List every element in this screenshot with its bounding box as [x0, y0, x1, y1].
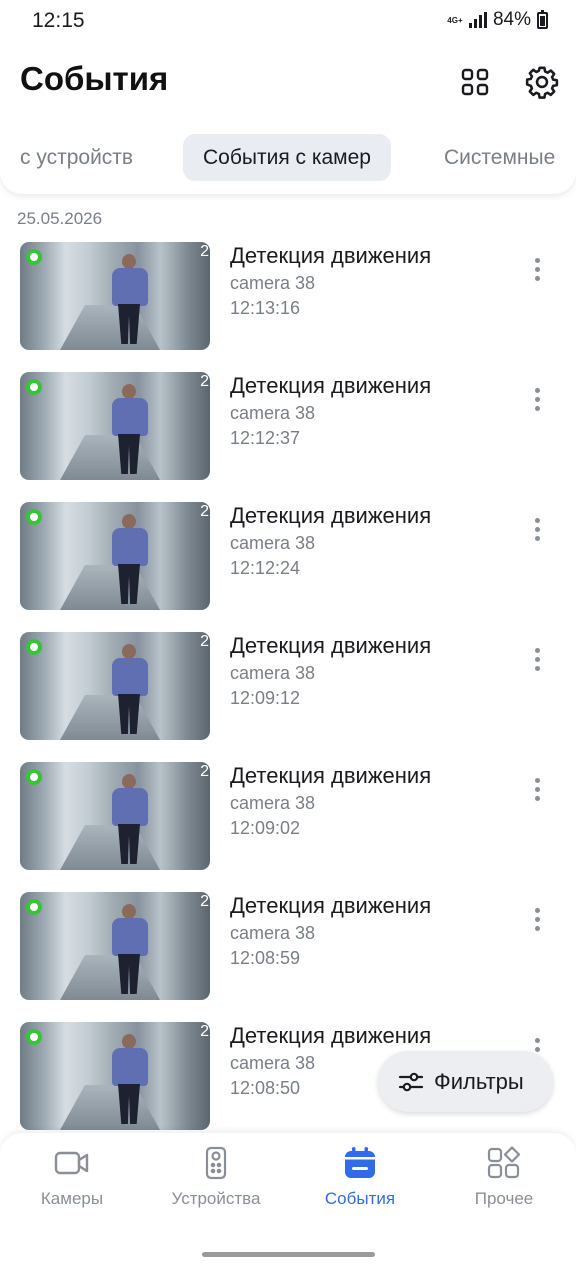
more-options-icon[interactable] — [522, 904, 552, 934]
nav-more[interactable]: Прочее — [439, 1145, 569, 1209]
remote-icon — [198, 1145, 234, 1181]
network-type: 4G+ — [447, 15, 463, 25]
event-title: Детекция движения — [230, 373, 432, 398]
settings-button[interactable] — [522, 62, 562, 102]
event-thumbnail[interactable]: 2 — [20, 1022, 210, 1130]
page-title: События — [20, 60, 169, 97]
list-item[interactable]: 2 Детекция движения camera 38 12:08:59 — [0, 892, 576, 1022]
more-options-icon[interactable] — [522, 514, 552, 544]
date-header: 25.05.2026 — [17, 209, 103, 228]
thumbnail-number: 2 — [200, 243, 209, 260]
sliders-icon — [398, 1072, 424, 1091]
event-title: Детекция движения — [230, 1023, 432, 1048]
grid-view-button[interactable] — [455, 62, 495, 102]
event-title: Детекция движения — [230, 633, 432, 658]
recording-indicator-icon — [26, 899, 42, 915]
event-list: 2 Детекция движения camera 38 12:13:16 2… — [0, 242, 576, 1152]
battery-level: 84% — [492, 9, 531, 30]
nav-devices[interactable]: Устройства — [151, 1145, 281, 1209]
bottom-navigation: Камеры Устройства События Прочее — [0, 1133, 576, 1266]
filters-label: Фильтры — [434, 1068, 524, 1094]
thumbnail-number: 2 — [200, 763, 209, 780]
event-thumbnail[interactable]: 2 — [20, 372, 210, 480]
event-thumbnail[interactable]: 2 — [20, 762, 210, 870]
event-camera: camera 38 — [230, 923, 316, 943]
event-camera: camera 38 — [230, 533, 316, 553]
event-camera: camera 38 — [230, 793, 316, 813]
more-options-icon[interactable] — [522, 254, 552, 284]
nav-label: Устройства — [171, 1189, 261, 1208]
list-item[interactable]: 2 Детекция движения camera 38 12:12:24 — [0, 502, 576, 632]
event-thumbnail[interactable]: 2 — [20, 892, 210, 1000]
thumbnail-number: 2 — [200, 633, 209, 650]
tab-devices-events[interactable]: с устройств — [20, 134, 133, 181]
apps-icon — [486, 1145, 522, 1181]
event-thumbnail[interactable]: 2 — [20, 242, 210, 350]
event-source-tabs: с устройств События с камер Системные — [0, 124, 576, 194]
video-camera-icon — [54, 1145, 90, 1181]
more-options-icon[interactable] — [522, 644, 552, 674]
event-time: 12:08:50 — [230, 1078, 301, 1098]
event-time: 12:13:16 — [230, 298, 301, 318]
event-camera: camera 38 — [230, 1053, 316, 1073]
filters-button[interactable]: Фильтры — [378, 1051, 553, 1112]
nav-label: Камеры — [40, 1189, 104, 1208]
event-camera: camera 38 — [230, 273, 316, 293]
event-time: 12:09:12 — [230, 688, 301, 708]
recording-indicator-icon — [26, 1029, 42, 1045]
recording-indicator-icon — [26, 509, 42, 525]
gear-icon — [525, 66, 559, 99]
list-item[interactable]: 2 Детекция движения camera 38 12:12:37 — [0, 372, 576, 502]
event-title: Детекция движения — [230, 893, 432, 918]
event-title: Детекция движения — [230, 503, 432, 528]
event-time: 12:08:59 — [230, 948, 301, 968]
nav-label: События — [324, 1189, 396, 1208]
more-options-icon[interactable] — [522, 384, 552, 414]
nav-cameras[interactable]: Камеры — [7, 1145, 137, 1209]
signal-icon — [468, 12, 487, 28]
grid-icon — [461, 68, 489, 96]
recording-indicator-icon — [26, 769, 42, 785]
list-item[interactable]: 2 Детекция движения camera 38 12:09:12 — [0, 632, 576, 762]
calendar-icon — [342, 1145, 378, 1181]
status-bar: 12:15 4G+ 84% — [0, 0, 576, 42]
list-item[interactable]: 2 Детекция движения camera 38 12:09:02 — [0, 762, 576, 892]
list-item[interactable]: 2 Детекция движения camera 38 12:13:16 — [0, 242, 576, 372]
thumbnail-number: 2 — [200, 503, 209, 520]
recording-indicator-icon — [26, 249, 42, 265]
event-title: Детекция движения — [230, 243, 432, 268]
recording-indicator-icon — [26, 639, 42, 655]
status-indicators: 4G+ 84% — [447, 9, 548, 31]
nav-events[interactable]: События — [295, 1145, 425, 1209]
tab-camera-events[interactable]: События с камер — [183, 134, 391, 181]
home-indicator[interactable] — [202, 1252, 375, 1257]
more-options-icon[interactable] — [522, 774, 552, 804]
recording-indicator-icon — [26, 379, 42, 395]
event-camera: camera 38 — [230, 403, 316, 423]
thumbnail-number: 2 — [200, 1023, 209, 1040]
tab-system-events[interactable]: Системные — [444, 134, 555, 181]
status-time: 12:15 — [32, 9, 85, 32]
event-time: 12:12:37 — [230, 428, 301, 448]
event-thumbnail[interactable]: 2 — [20, 632, 210, 740]
event-thumbnail[interactable]: 2 — [20, 502, 210, 610]
battery-icon — [537, 9, 548, 29]
thumbnail-number: 2 — [200, 893, 209, 910]
thumbnail-number: 2 — [200, 373, 209, 390]
event-time: 12:12:24 — [230, 558, 301, 578]
event-camera: camera 38 — [230, 663, 316, 683]
event-time: 12:09:02 — [230, 818, 301, 838]
nav-label: Прочее — [474, 1189, 534, 1208]
event-title: Детекция движения — [230, 763, 432, 788]
